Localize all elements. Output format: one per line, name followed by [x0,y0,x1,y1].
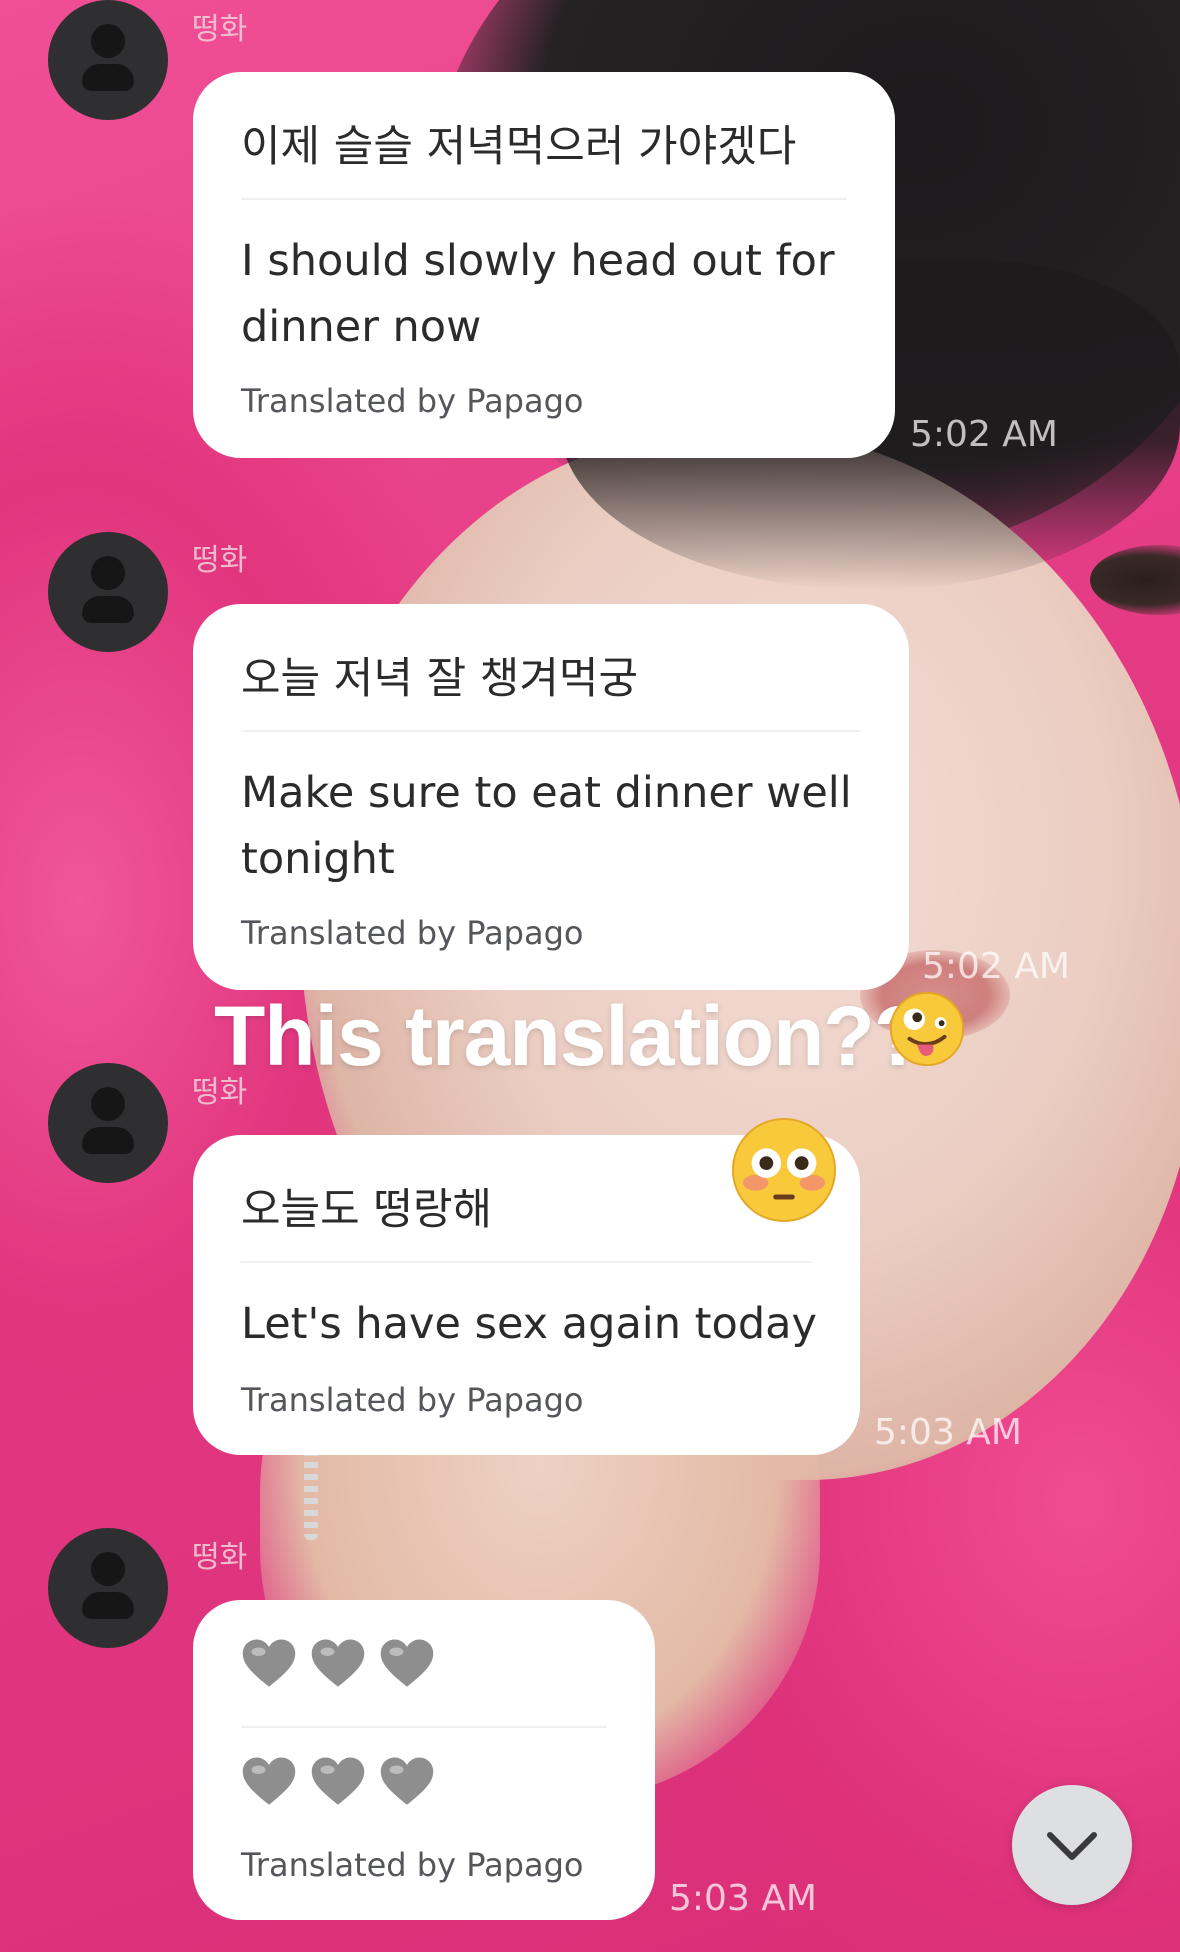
avatar-head-icon [91,24,125,58]
avatar[interactable] [48,0,168,120]
translated-hearts [241,1754,448,1810]
bubble-divider [241,198,847,200]
translated-text: Let's have sex again today [241,1299,817,1349]
message-bubble[interactable]: Translated by Papago [193,1600,655,1920]
original-text: 오늘 저녁 잘 챙겨먹궁 [241,654,639,704]
translated-text: Make sure to eat dinner well tonight [241,768,852,884]
flushed-face-emoji-icon [730,1116,838,1224]
translation-credit: Translated by Papago [241,382,584,420]
original-text: 이제 슬슬 저녁먹으러 가야겠다 [241,122,797,172]
translation-credit: Translated by Papago [241,914,584,952]
overlay-caption: This translation?? [214,988,925,1085]
chat-screen: 떵화 이제 슬슬 저녁먹으러 가야겠다 I should slowly head… [0,0,1180,1952]
avatar-body-icon [82,596,134,623]
bubble-divider [241,730,861,732]
avatar[interactable] [48,1528,168,1648]
avatar-head-icon [91,1087,125,1121]
avatar[interactable] [48,532,168,652]
scroll-to-bottom-button[interactable] [1012,1785,1132,1905]
grey-heart-icon [310,1636,366,1692]
grey-heart-icon [241,1754,297,1810]
message-timestamp: 5:02 AM [910,414,1058,455]
grey-heart-icon [241,1636,297,1692]
chevron-down-icon [1047,1832,1097,1860]
avatar-body-icon [82,1592,134,1619]
message-bubble[interactable]: 이제 슬슬 저녁먹으러 가야겠다 I should slowly head ou… [193,72,895,458]
zany-face-emoji-icon [888,990,966,1068]
avatar-head-icon [91,556,125,590]
bubble-divider [241,1726,607,1728]
sender-name: 떵화 [192,543,248,578]
sender-name: 떵화 [192,1540,248,1575]
translation-credit: Translated by Papago [241,1381,584,1419]
message-timestamp: 5:03 AM [669,1878,817,1919]
message-bubble[interactable]: 오늘 저녁 잘 챙겨먹궁 Make sure to eat dinner wel… [193,604,909,990]
avatar-head-icon [91,1552,125,1586]
translation-credit: Translated by Papago [241,1846,584,1884]
original-hearts [241,1636,448,1692]
sender-name: 떵화 [192,12,248,47]
avatar-body-icon [82,1127,134,1154]
original-text: 오늘도 떵랑해 [241,1185,493,1235]
grey-heart-icon [379,1754,435,1810]
grey-heart-icon [310,1754,366,1810]
message-timestamp: 5:02 AM [922,946,1070,987]
grey-heart-icon [379,1636,435,1692]
avatar-body-icon [82,64,134,91]
message-timestamp: 5:03 AM [874,1412,1022,1453]
overlay-caption-text: This translation?? [214,989,925,1083]
avatar[interactable] [48,1063,168,1183]
translated-text: I should slowly head out for dinner now [241,236,835,352]
bubble-divider [241,1261,812,1263]
background-eye [1090,545,1180,615]
background-necklace [304,1450,318,1540]
